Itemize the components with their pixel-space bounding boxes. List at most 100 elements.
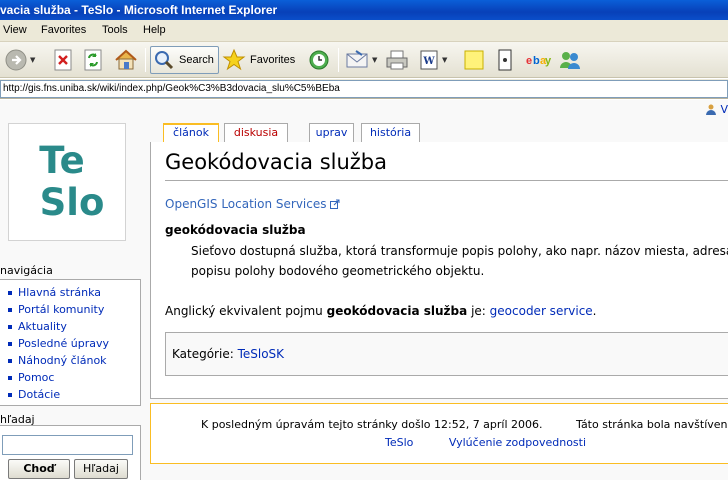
- favorites-button-label: Favorites: [250, 54, 296, 66]
- definition-term: geokódovacia služba: [165, 223, 306, 237]
- equivalent-term: geokódovacia služba: [326, 304, 468, 318]
- toolbar-separator: [145, 48, 146, 72]
- nav-item-help[interactable]: Pomoc: [8, 369, 109, 386]
- tab-history[interactable]: história: [361, 123, 420, 142]
- nav-item-main-page[interactable]: Hlavná stránka: [8, 284, 109, 301]
- nav-item-current-events[interactable]: Aktuality: [8, 318, 109, 335]
- equivalent-middle: je:: [471, 304, 486, 318]
- chevron-down-icon: ▼: [372, 56, 378, 64]
- stop-button[interactable]: [52, 46, 74, 74]
- search-button[interactable]: Search: [150, 46, 219, 74]
- star-icon: [222, 48, 246, 71]
- home-button[interactable]: [113, 46, 139, 74]
- discuss-button[interactable]: [462, 46, 486, 74]
- tab-article[interactable]: článok: [163, 123, 219, 143]
- menu-favorites[interactable]: Favorites: [41, 24, 86, 36]
- nav-item-donations[interactable]: Dotácie: [8, 386, 109, 403]
- equivalent-link[interactable]: geocoder service: [490, 304, 593, 318]
- user-login-link[interactable]: V: [706, 103, 728, 116]
- navigation-list: Hlavná stránka Portál komunity Aktuality…: [8, 284, 109, 403]
- footer-links: TeSlo Vylúčenie zodpovednosti: [385, 436, 586, 449]
- article-content: Geokódovacia služba OpenGIS Location Ser…: [150, 142, 728, 399]
- footer-link-teslo[interactable]: TeSlo: [385, 436, 413, 449]
- english-equivalent: Anglický ekvivalent pojmu geokódovacia s…: [165, 304, 597, 318]
- search-button-label: Search: [179, 54, 214, 66]
- messenger-people-icon: [560, 52, 580, 69]
- visit-count-text: Táto stránka bola navštívená 5: [576, 418, 728, 431]
- last-modified-text: K posledným úpravám tejto stránky došlo …: [201, 418, 543, 431]
- forward-arrow-icon: [5, 49, 27, 71]
- category-box: Kategórie: TeSloSK: [165, 332, 728, 376]
- svg-text:e: e: [526, 55, 532, 67]
- nav-item-community-portal[interactable]: Portál komunity: [8, 301, 109, 318]
- page-footer: K posledným úpravám tejto stránky došlo …: [150, 403, 728, 464]
- logo-line-1: Te: [39, 139, 85, 182]
- wiki-search-input[interactable]: [2, 435, 133, 455]
- forward-button[interactable]: ▼: [4, 46, 35, 74]
- wiki-search-button[interactable]: Hľadaj: [74, 459, 128, 479]
- menu-bar: View Favorites Tools Help: [0, 20, 728, 42]
- mail-button[interactable]: ▼: [344, 46, 377, 74]
- external-link-icon: [329, 199, 339, 209]
- tab-article-label: článok: [173, 126, 209, 139]
- address-input[interactable]: http://gis.fns.uniba.sk/wiki/index.php/G…: [0, 80, 728, 98]
- svg-text:y: y: [545, 55, 551, 67]
- page-viewport: V Te Slo článok diskusia uprav história …: [0, 100, 728, 480]
- messenger-button[interactable]: [557, 46, 583, 74]
- tab-history-label: história: [369, 126, 412, 139]
- definition-line-2: popisu polohy bodového geometrického obj…: [191, 264, 485, 278]
- toolbar-separator: [338, 48, 339, 72]
- menu-view[interactable]: View: [3, 24, 27, 36]
- user-link-label: V: [720, 103, 728, 116]
- footer-info: K posledným úpravám tejto stránky došlo …: [201, 418, 728, 431]
- svg-text:b: b: [533, 55, 540, 67]
- logo-line-2: Slo: [39, 181, 105, 224]
- favorites-button[interactable]: Favorites: [222, 46, 295, 74]
- equivalent-prefix: Anglický ekvivalent pojmu: [165, 304, 323, 318]
- svg-text:W: W: [422, 56, 435, 67]
- refresh-icon: [84, 49, 102, 71]
- nav-item-recent-changes[interactable]: Posledné úpravy: [8, 335, 109, 352]
- window-titlebar: vacia služba - TeSlo - Microsoft Interne…: [0, 0, 728, 20]
- definition-text: Sieťovo dostupná služba, ktorá transform…: [191, 241, 728, 281]
- print-button[interactable]: [384, 46, 410, 74]
- printer-icon: [386, 50, 408, 70]
- edit-button[interactable]: W ▼: [418, 46, 447, 74]
- menu-tools[interactable]: Tools: [102, 24, 128, 36]
- tab-discussion-label: diskusia: [233, 126, 279, 139]
- go-button[interactable]: Choď: [8, 459, 70, 479]
- tab-edit-label: uprav: [315, 126, 348, 139]
- navigation-title: navigácia: [0, 264, 53, 277]
- history-clock-icon: [309, 50, 329, 70]
- external-link-label: OpenGIS Location Services: [165, 197, 327, 211]
- device-icon: [498, 49, 512, 71]
- sticky-note-icon: [464, 50, 484, 70]
- nav-item-random-article[interactable]: Náhodný článok: [8, 352, 109, 369]
- address-bar: http://gis.fns.uniba.sk/wiki/index.php/G…: [0, 79, 728, 99]
- footer-link-disclaimer[interactable]: Vylúčenie zodpovednosti: [449, 436, 586, 449]
- chevron-down-icon: ▼: [30, 56, 36, 64]
- navigation-box: Hlavná stránka Portál komunity Aktuality…: [0, 279, 141, 406]
- refresh-button[interactable]: [82, 46, 104, 74]
- magnifier-icon: [155, 51, 174, 70]
- ebay-button[interactable]: e b a y: [525, 46, 551, 74]
- history-button[interactable]: [306, 46, 332, 74]
- page-title: Geokódovacia služba: [165, 150, 388, 174]
- mail-icon: [346, 50, 368, 68]
- tab-edit[interactable]: uprav: [309, 123, 354, 142]
- tab-discussion[interactable]: diskusia: [224, 123, 288, 142]
- definition-line-1: Sieťovo dostupná služba, ktorá transform…: [191, 244, 728, 258]
- user-icon: [706, 104, 717, 115]
- external-link-opengis[interactable]: OpenGIS Location Services: [165, 197, 340, 211]
- site-logo[interactable]: Te Slo: [8, 123, 126, 241]
- research-button[interactable]: [495, 46, 515, 74]
- category-link[interactable]: TeSloSK: [238, 347, 284, 361]
- ebay-logo-icon: e b a y: [526, 55, 551, 67]
- window-title: vacia služba - TeSlo - Microsoft Interne…: [0, 3, 278, 17]
- search-box: Choď Hľadaj: [0, 425, 141, 480]
- menu-help[interactable]: Help: [143, 24, 166, 36]
- stop-icon: [54, 49, 72, 71]
- word-document-icon: W: [420, 50, 438, 70]
- standard-toolbar: ▼ Search Favorites ▼ W ▼ e b a y: [0, 42, 728, 78]
- equivalent-suffix: .: [592, 304, 597, 318]
